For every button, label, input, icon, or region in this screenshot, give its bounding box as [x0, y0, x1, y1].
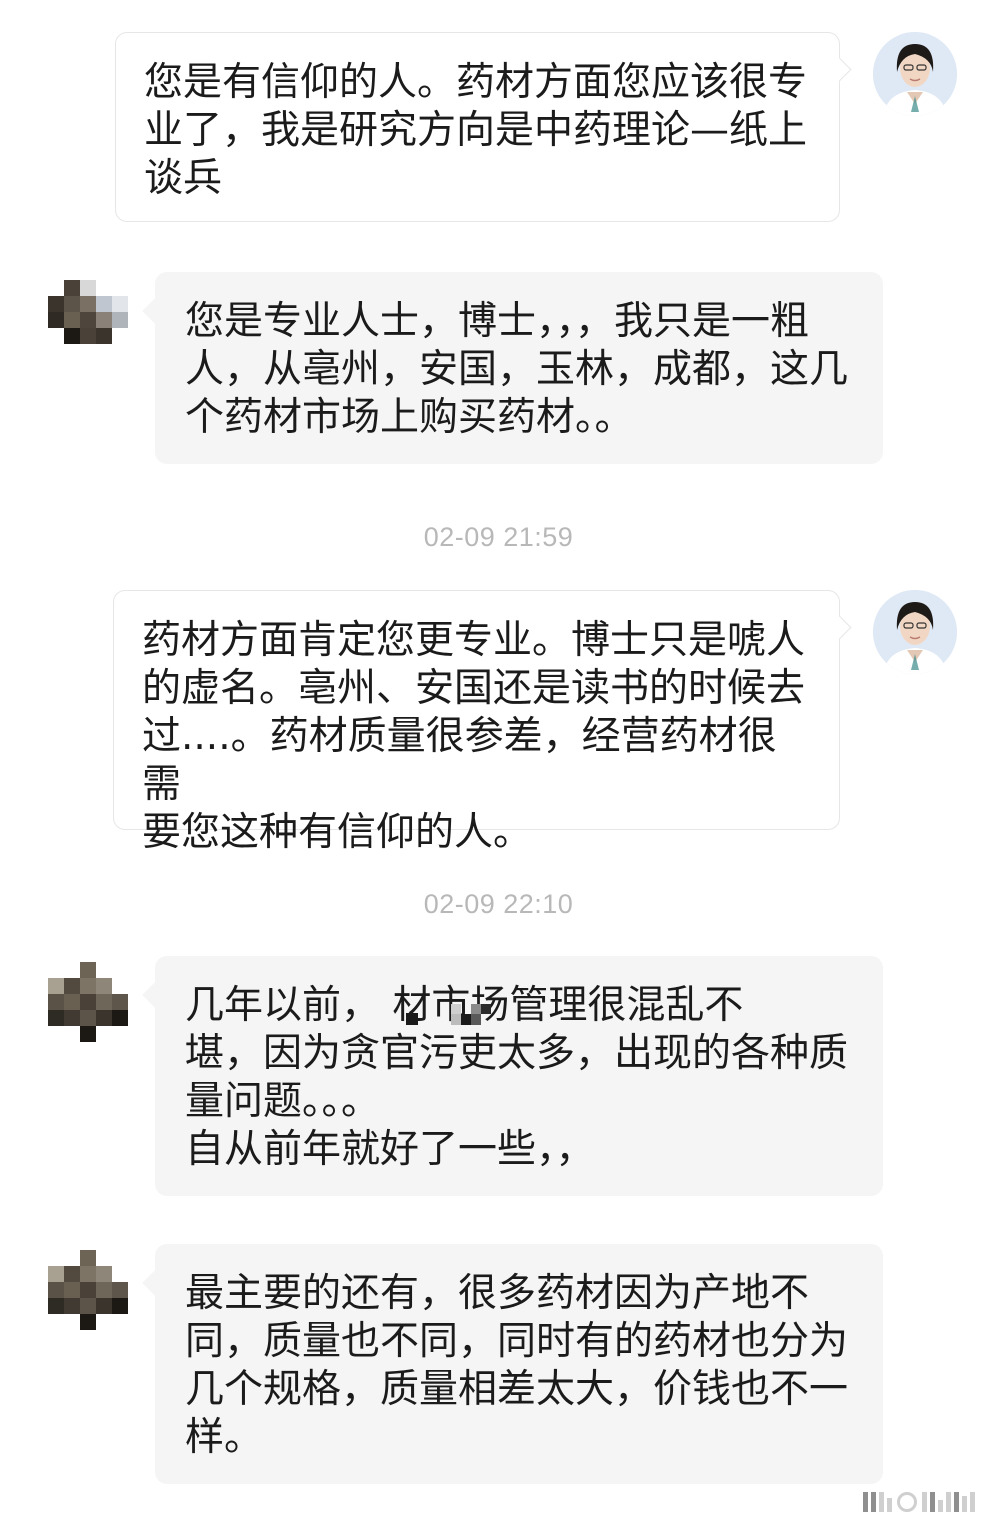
doctor-portrait-icon — [873, 590, 957, 674]
contact-avatar[interactable] — [48, 1250, 132, 1334]
timestamp: 02-09 22:10 — [423, 889, 574, 919]
message-bubble-incoming[interactable]: 几年以前， 材市场管理很混乱不 堪，因为贪官污吏太多，出现的各种质 量问题。。。… — [155, 956, 883, 1196]
doctor-portrait-icon — [873, 32, 957, 116]
doctor-avatar[interactable] — [873, 590, 957, 674]
message-bubble-incoming[interactable]: 最主要的还有，很多药材因为产地不 同，质量也不同，同时有的药材也分为 几个规格，… — [155, 1244, 883, 1484]
message-bubble-outgoing[interactable]: 您是有信仰的人。药材方面您应该很专 业了，我是研究方向是中药理论—纸上 谈兵 — [115, 32, 840, 222]
doctor-avatar[interactable] — [873, 32, 957, 116]
redaction-blotch-icon — [406, 1004, 491, 1025]
message-bubble-outgoing[interactable]: 药材方面肯定您更专业。博士只是唬人 的虚名。亳州、安国还是读书的时候去 过...… — [113, 590, 840, 855]
timestamp: 02-09 21:59 — [423, 522, 574, 552]
platform-watermark-icon — [863, 1492, 975, 1512]
contact-avatar[interactable] — [48, 280, 132, 364]
message-bubble-incoming[interactable]: 您是专业人士，博士，，，我只是一粗 人，从亳州，安国，玉林，成都，这几 个药材市… — [155, 272, 883, 464]
contact-avatar[interactable] — [48, 962, 132, 1046]
chat-transcript: 您是有信仰的人。药材方面您应该很专 业了，我是研究方向是中药理论—纸上 谈兵 您… — [0, 0, 997, 1534]
redaction-blotch — [400, 1002, 496, 1028]
